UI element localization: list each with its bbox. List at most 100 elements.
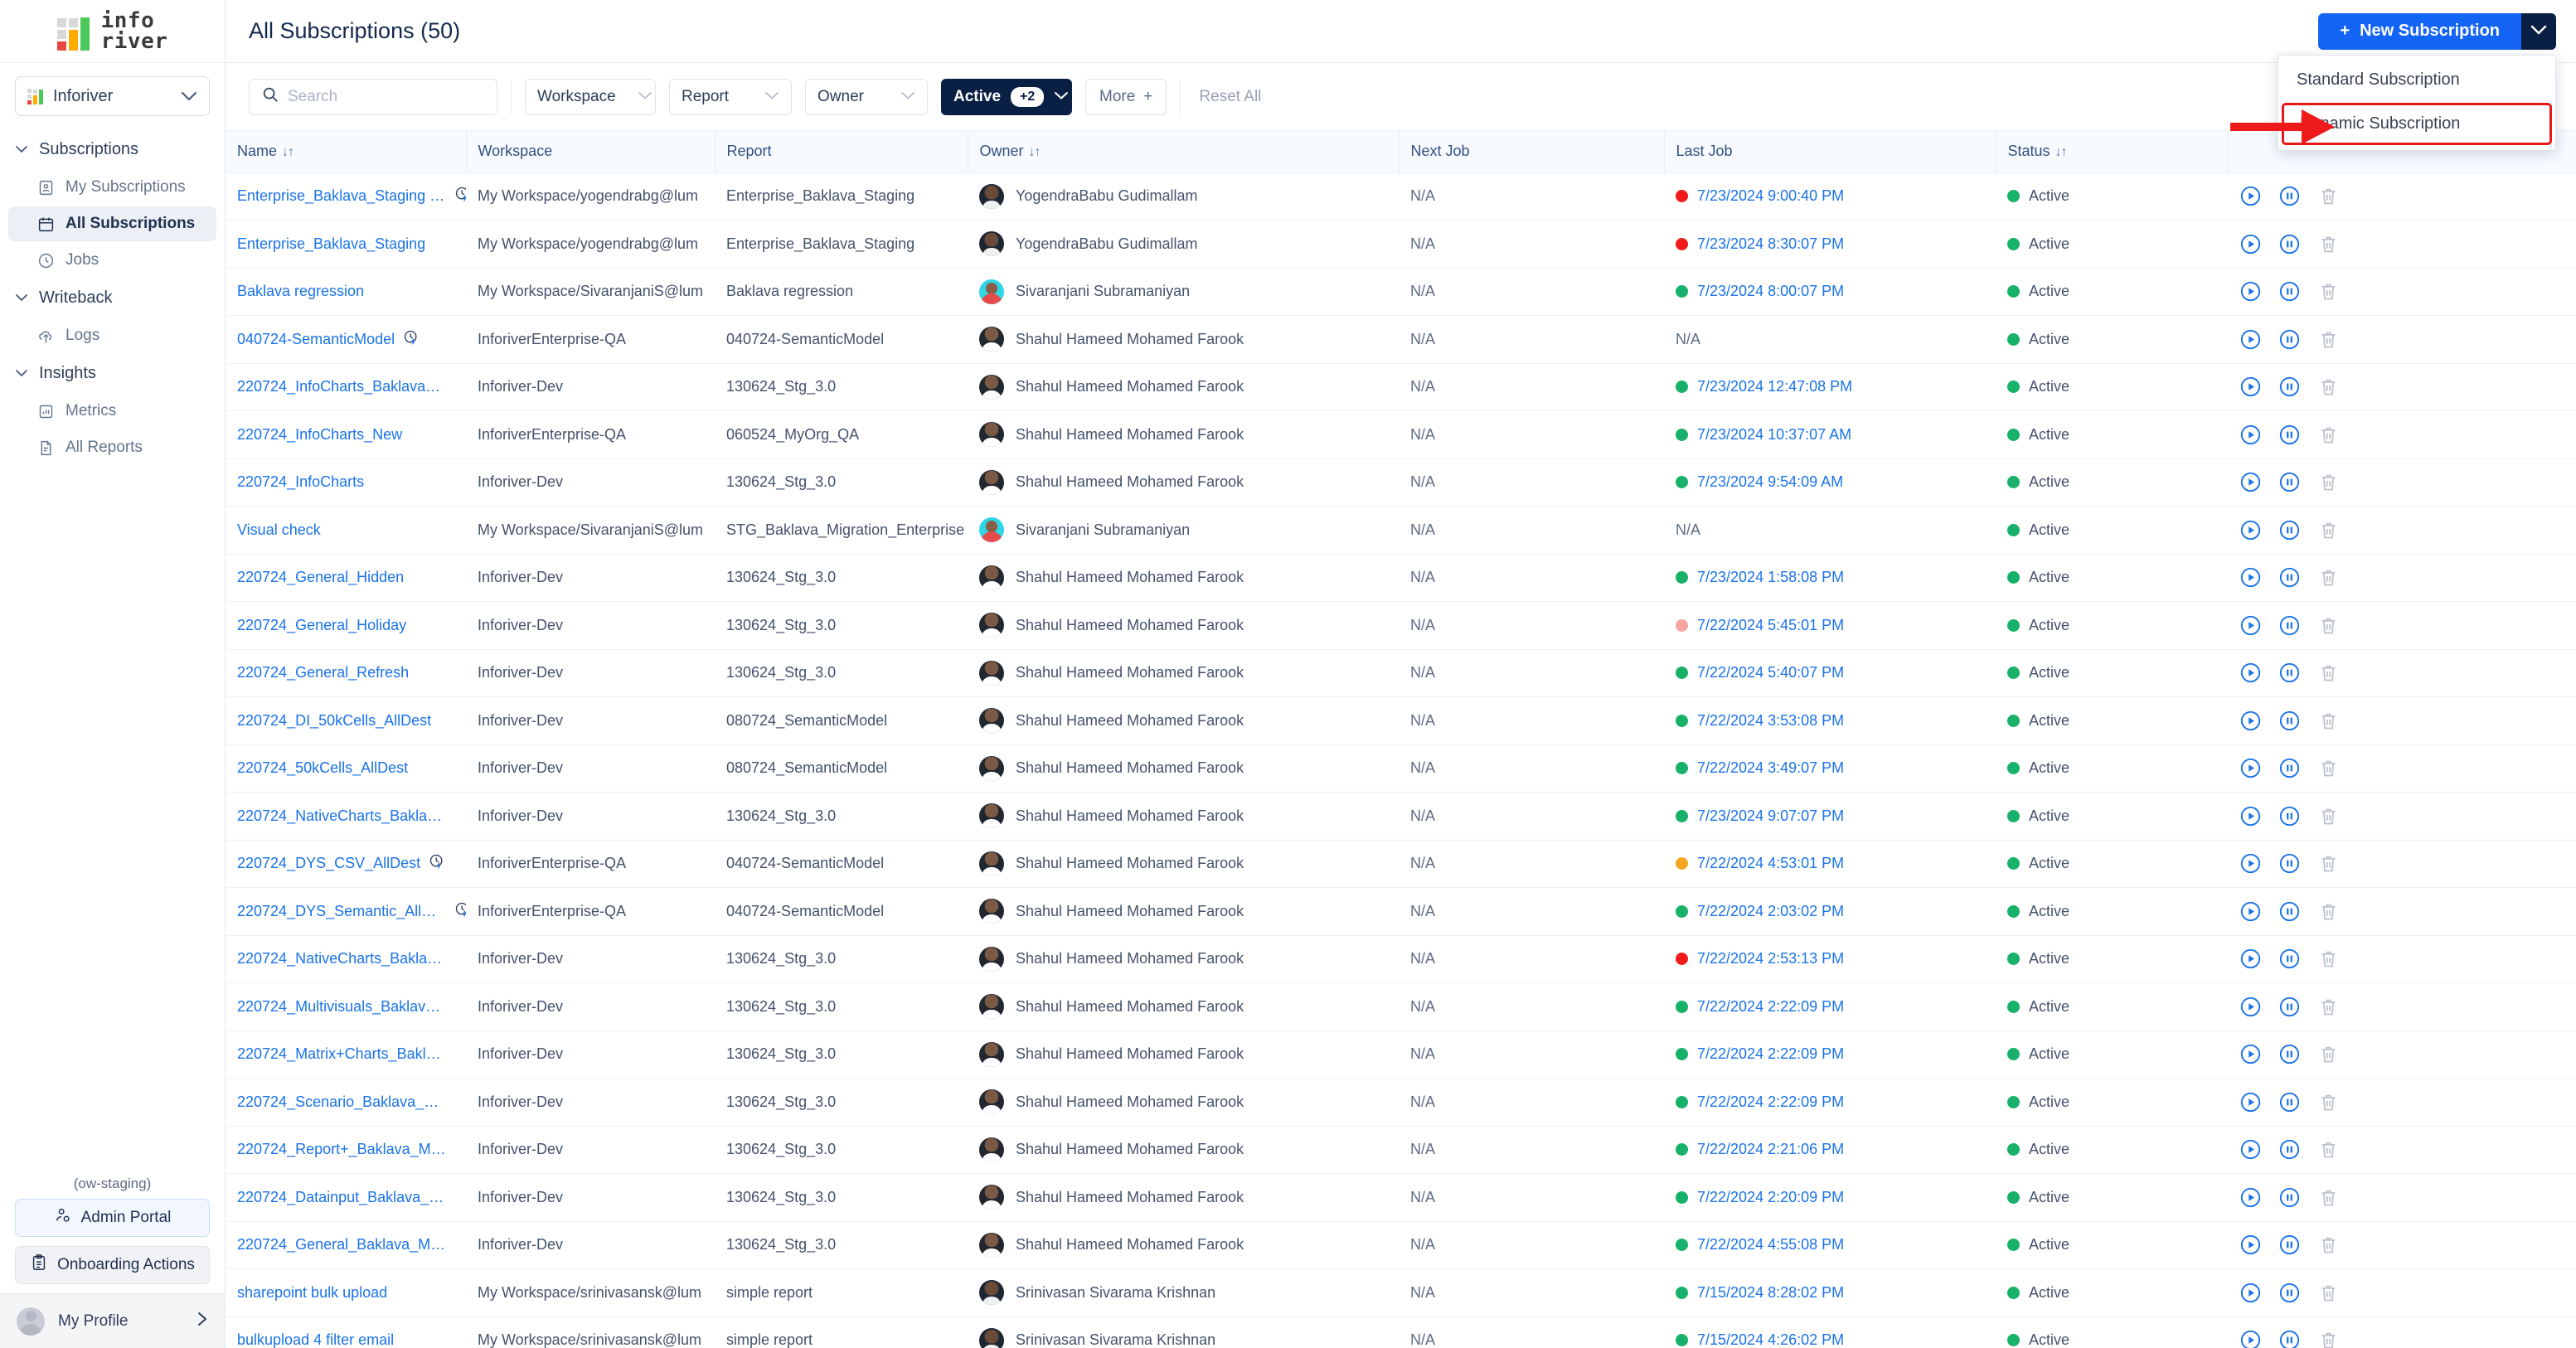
subscription-name-link[interactable]: 220724_General_Hidden <box>237 569 404 586</box>
delete-button[interactable] <box>2317 662 2340 684</box>
delete-button[interactable] <box>2317 233 2340 255</box>
table-row[interactable]: 220724_General_Refresh Inforiver-Dev 130… <box>226 649 2576 697</box>
sidebar-item-logs[interactable]: Logs <box>8 318 216 353</box>
pause-button[interactable] <box>2278 900 2301 923</box>
pause-button[interactable] <box>2278 566 2301 589</box>
my-profile-row[interactable]: My Profile <box>0 1293 225 1348</box>
pause-button[interactable] <box>2278 185 2301 207</box>
delete-button[interactable] <box>2317 471 2340 493</box>
subscription-name-link[interactable]: 220724_50kCells_AllDest <box>237 759 408 777</box>
table-row[interactable]: 220724_General_Hidden Inforiver-Dev 1306… <box>226 554 2576 602</box>
sidebar-item-all-reports[interactable]: All Reports <box>8 430 216 465</box>
delete-button[interactable] <box>2317 1138 2340 1161</box>
table-row[interactable]: 220724_DYS_Semantic_AllDest InforiverEnt… <box>226 887 2576 936</box>
subscription-name-link[interactable]: 220724_DYS_Semantic_AllDest <box>237 901 466 922</box>
menu-item-dynamic-subscription[interactable]: Dynamic Subscription <box>2282 103 2552 145</box>
delete-button[interactable] <box>2317 424 2340 446</box>
pause-button[interactable] <box>2278 1234 2301 1256</box>
subscription-name-link[interactable]: 220724_NativeCharts_Baklava_Mi... <box>237 950 446 967</box>
pause-button[interactable] <box>2278 805 2301 827</box>
subscription-name-link[interactable]: 220724_InfoCharts <box>237 473 364 491</box>
menu-item-standard-subscription[interactable]: Standard Subscription <box>2278 59 2555 101</box>
subscription-name-link[interactable]: 220724_General_Holiday <box>237 617 406 634</box>
pause-button[interactable] <box>2278 1329 2301 1348</box>
delete-button[interactable] <box>2317 185 2340 207</box>
org-selector[interactable]: Inforiver <box>15 76 210 116</box>
delete-button[interactable] <box>2317 519 2340 541</box>
column-header-report[interactable]: Report <box>715 131 968 173</box>
column-header-name[interactable]: Name ↓↑ <box>226 131 467 173</box>
pause-button[interactable] <box>2278 710 2301 732</box>
table-row[interactable]: 220724_General_Holiday Inforiver-Dev 130… <box>226 601 2576 650</box>
run-button[interactable] <box>2239 1043 2262 1065</box>
delete-button[interactable] <box>2317 1091 2340 1113</box>
nav-group-insights[interactable]: Insights <box>0 355 225 392</box>
run-button[interactable] <box>2239 805 2262 827</box>
table-row[interactable]: 220724_DI_50kCells_AllDest Inforiver-Dev… <box>226 696 2576 745</box>
table-row[interactable]: 220724_InfoCharts_New InforiverEnterpris… <box>226 410 2576 459</box>
nav-group-writeback[interactable]: Writeback <box>0 279 225 317</box>
run-button[interactable] <box>2239 996 2262 1018</box>
delete-button[interactable] <box>2317 900 2340 923</box>
run-button[interactable] <box>2239 471 2262 493</box>
subscription-name-link[interactable]: 220724_DI_50kCells_AllDest <box>237 712 431 730</box>
sidebar-item-jobs[interactable]: Jobs <box>8 243 216 278</box>
delete-button[interactable] <box>2317 710 2340 732</box>
delete-button[interactable] <box>2317 852 2340 875</box>
pause-button[interactable] <box>2278 1138 2301 1161</box>
pause-button[interactable] <box>2278 1043 2301 1065</box>
reset-all-button[interactable]: Reset All <box>1194 88 1261 106</box>
table-row[interactable]: 220724_Scenario_Baklava_Migrat... Infori… <box>226 1078 2576 1127</box>
column-header-last-job[interactable]: Last Job <box>1664 131 1996 173</box>
sidebar-item-all-subscriptions[interactable]: All Subscriptions <box>8 206 216 241</box>
subscription-name-link[interactable]: Baklava regression <box>237 283 364 300</box>
report-filter[interactable]: Report <box>669 78 792 115</box>
delete-button[interactable] <box>2317 1043 2340 1065</box>
column-header-workspace[interactable]: Workspace <box>466 131 716 173</box>
table-row[interactable]: bulkupload 4 filter email My Workspace/s… <box>226 1316 2576 1348</box>
subscription-name-link[interactable]: 220724_NativeCharts_Baklava_Mi... <box>237 807 446 825</box>
run-button[interactable] <box>2239 328 2262 351</box>
subscription-name-link[interactable]: sharepoint bulk upload <box>237 1284 387 1302</box>
table-row[interactable]: 220724_DYS_CSV_AllDest InforiverEnterpri… <box>226 840 2576 888</box>
run-button[interactable] <box>2239 376 2262 398</box>
table-row[interactable]: 220724_Multivisuals_Baklava_Mig... Infor… <box>226 982 2576 1031</box>
search-input[interactable] <box>288 87 485 106</box>
table-row[interactable]: 220724_InfoCharts_Baklava_Migr... Infori… <box>226 363 2576 411</box>
column-header-status[interactable]: Status ↓↑ <box>1996 131 2229 173</box>
subscription-name-link[interactable]: 220724_General_Refresh <box>237 664 409 681</box>
run-button[interactable] <box>2239 1138 2262 1161</box>
table-row[interactable]: 220724_General_Baklava_Migration Inforiv… <box>226 1221 2576 1269</box>
pause-button[interactable] <box>2278 1091 2301 1113</box>
new-subscription-dropdown-toggle[interactable] <box>2521 12 2556 50</box>
pause-button[interactable] <box>2278 996 2301 1018</box>
delete-button[interactable] <box>2317 757 2340 779</box>
delete-button[interactable] <box>2317 1186 2340 1209</box>
run-button[interactable] <box>2239 852 2262 875</box>
admin-portal-button[interactable]: Admin Portal <box>15 1199 210 1237</box>
subscription-name-link[interactable]: 220724_DYS_CSV_AllDest <box>237 853 445 874</box>
sidebar-item-metrics[interactable]: Metrics <box>8 394 216 429</box>
run-button[interactable] <box>2239 233 2262 255</box>
search-box[interactable] <box>249 78 497 115</box>
status-filter[interactable]: Active +2 <box>941 78 1072 115</box>
run-button[interactable] <box>2239 710 2262 732</box>
subscription-name-link[interactable]: 220724_Matrix+Charts_Baklava_... <box>237 1045 446 1063</box>
table-row[interactable]: 040724-SemanticModel InforiverEnterprise… <box>226 315 2576 364</box>
run-button[interactable] <box>2239 1091 2262 1113</box>
pause-button[interactable] <box>2278 376 2301 398</box>
run-button[interactable] <box>2239 1282 2262 1304</box>
pause-button[interactable] <box>2278 1186 2301 1209</box>
column-header-owner[interactable]: Owner ↓↑ <box>968 131 1400 173</box>
more-filters-button[interactable]: More + <box>1085 78 1167 115</box>
workspace-filter[interactable]: Workspace <box>525 78 656 115</box>
pause-button[interactable] <box>2278 424 2301 446</box>
table-row[interactable]: 220724_InfoCharts Inforiver-Dev 130624_S… <box>226 458 2576 507</box>
pause-button[interactable] <box>2278 1282 2301 1304</box>
subscription-name-link[interactable]: Enterprise_Baklava_Staging (1) <box>237 186 466 206</box>
nav-group-subscriptions[interactable]: Subscriptions <box>0 131 225 168</box>
subscription-name-link[interactable]: 220724_Datainput_Baklava_Migra... <box>237 1189 446 1206</box>
subscription-name-link[interactable]: 220724_Multivisuals_Baklava_Mig... <box>237 998 446 1016</box>
subscription-name-link[interactable]: 040724-SemanticModel <box>237 329 420 350</box>
onboarding-actions-button[interactable]: Onboarding Actions <box>15 1246 210 1284</box>
